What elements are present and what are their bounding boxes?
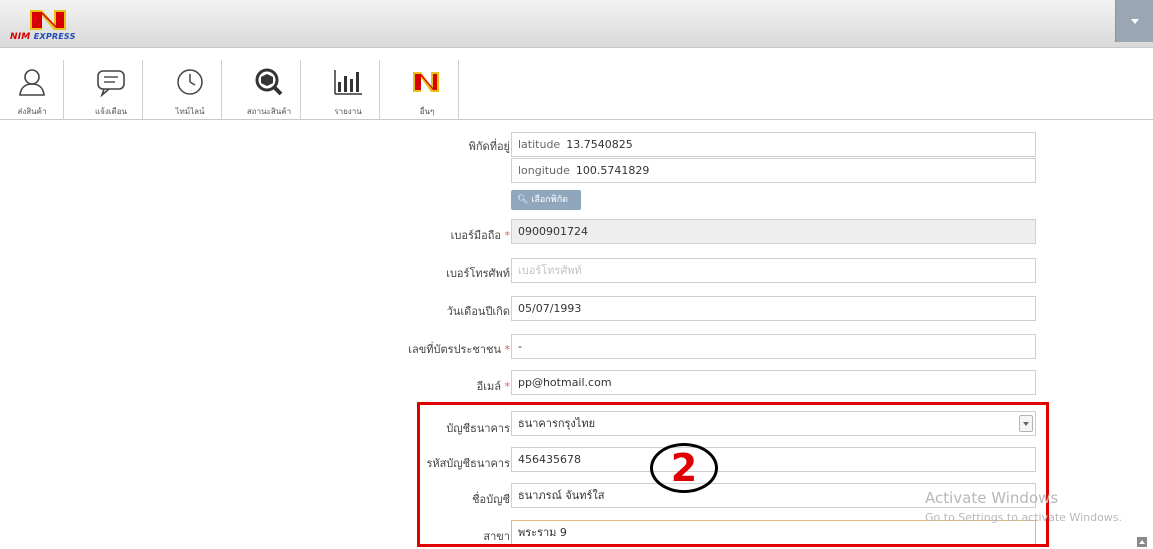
- watermark-line2: Go to Settings to activate Windows.: [925, 511, 1123, 524]
- clock-icon: [177, 69, 203, 95]
- toolbar-label: แจ้งเตือน: [95, 107, 127, 116]
- main-toolbar: ส่งสินค้า แจ้งเตือน ไทม์ไลน์ สถานะสินค้า: [0, 60, 1153, 120]
- branch-label: สาขา: [483, 530, 510, 543]
- bank-label: บัญชีธนาคาร: [446, 422, 510, 435]
- mobile-label-text: เบอร์มือถือ: [450, 229, 501, 242]
- caret-down-icon: [1130, 18, 1139, 24]
- top-header: NIM EXPRESS: [0, 0, 1153, 48]
- logo-wordmark: NIM EXPRESS: [10, 32, 94, 42]
- pick-location-label: เลือกพิกัด: [531, 195, 568, 205]
- bar-chart-icon: [334, 70, 362, 95]
- toolbar-item-goods-status[interactable]: สถานะสินค้า: [237, 60, 301, 120]
- toolbar-label: รายงาน: [334, 107, 362, 116]
- birthday-label: วันเดือนปีเกิด: [446, 305, 510, 318]
- package-search-icon: [255, 68, 283, 96]
- mobile-field[interactable]: 0900901724: [511, 219, 1036, 244]
- bank-select-value: ธนาคารกรุงไทย: [518, 417, 596, 430]
- user-menu-dropdown-button[interactable]: [1115, 0, 1153, 42]
- longitude-value: 100.5741829: [575, 164, 650, 177]
- bank-select[interactable]: ธนาคารกรุงไทย: [511, 411, 1036, 436]
- toolbar-item-reports[interactable]: รายงาน: [316, 60, 380, 120]
- toolbar-label: อื่นๆ: [419, 107, 435, 116]
- email-label-text: อีเมล์: [476, 380, 501, 393]
- pick-location-button[interactable]: 🔍︎ เลือกพิกัด: [511, 190, 581, 210]
- nim-logo-icon: [413, 72, 439, 92]
- toolbar-item-others[interactable]: อื่นๆ: [395, 60, 459, 120]
- phone-label: เบอร์โทรศัพท์: [446, 267, 510, 280]
- toolbar-spacer: [0, 48, 1153, 60]
- national-id-field[interactable]: -: [511, 334, 1036, 359]
- toolbar-item-notifications[interactable]: แจ้งเตือน: [79, 60, 143, 120]
- email-label: อีเมล์ *: [477, 377, 510, 395]
- birthday-field[interactable]: 05/07/1993: [511, 296, 1036, 321]
- scroll-up-button[interactable]: [1137, 537, 1147, 547]
- toolbar-label: ไทม์ไลน์: [175, 107, 205, 116]
- chevron-down-icon: [1019, 415, 1033, 432]
- toolbar-label: ส่งสินค้า: [17, 107, 47, 116]
- nim-logo-icon: [30, 10, 66, 30]
- watermark-line1: Activate Windows: [925, 489, 1059, 507]
- required-mark: *: [504, 229, 511, 242]
- required-mark: *: [504, 380, 511, 393]
- logo-sub-text: EXPRESS: [33, 32, 76, 41]
- email-field[interactable]: pp@hotmail.com: [511, 370, 1036, 395]
- latitude-addon: latitude: [512, 133, 567, 156]
- logo-main-text: NIM: [10, 32, 31, 42]
- latitude-field[interactable]: latitude 13.7540825: [511, 132, 1036, 157]
- nim-express-logo[interactable]: NIM EXPRESS: [10, 6, 94, 46]
- toolbar-item-timeline[interactable]: ไทม์ไลน์: [158, 60, 222, 120]
- required-mark: *: [504, 343, 511, 356]
- mobile-label: เบอร์มือถือ *: [451, 226, 510, 244]
- latitude-value: 13.7540825: [566, 138, 633, 151]
- windows-activation-watermark: Activate Windows Go to Settings to activ…: [925, 489, 1122, 524]
- step-number-badge: 2: [650, 443, 718, 493]
- toolbar-item-send-goods[interactable]: ส่งสินค้า: [0, 60, 64, 120]
- chat-icon: [97, 70, 125, 98]
- longitude-addon: longitude: [512, 159, 576, 182]
- longitude-field[interactable]: longitude 100.5741829: [511, 158, 1036, 183]
- account-number-label: รหัสบัญชีธนาคาร: [426, 457, 510, 470]
- search-icon: 🔍︎: [517, 195, 529, 205]
- toolbar-label: สถานะสินค้า: [246, 107, 292, 116]
- account-name-label: ชื่อบัญชี: [472, 493, 510, 506]
- account-number-field[interactable]: 456435678: [511, 447, 1036, 472]
- location-label: พิกัดที่อยู่: [468, 140, 510, 153]
- national-id-label-text: เลขที่บัตรประชาชน: [408, 343, 501, 356]
- national-id-label: เลขที่บัตรประชาชน *: [408, 340, 510, 358]
- user-icon: [19, 69, 45, 96]
- phone-field[interactable]: เบอร์โทรศัพท์: [511, 258, 1036, 283]
